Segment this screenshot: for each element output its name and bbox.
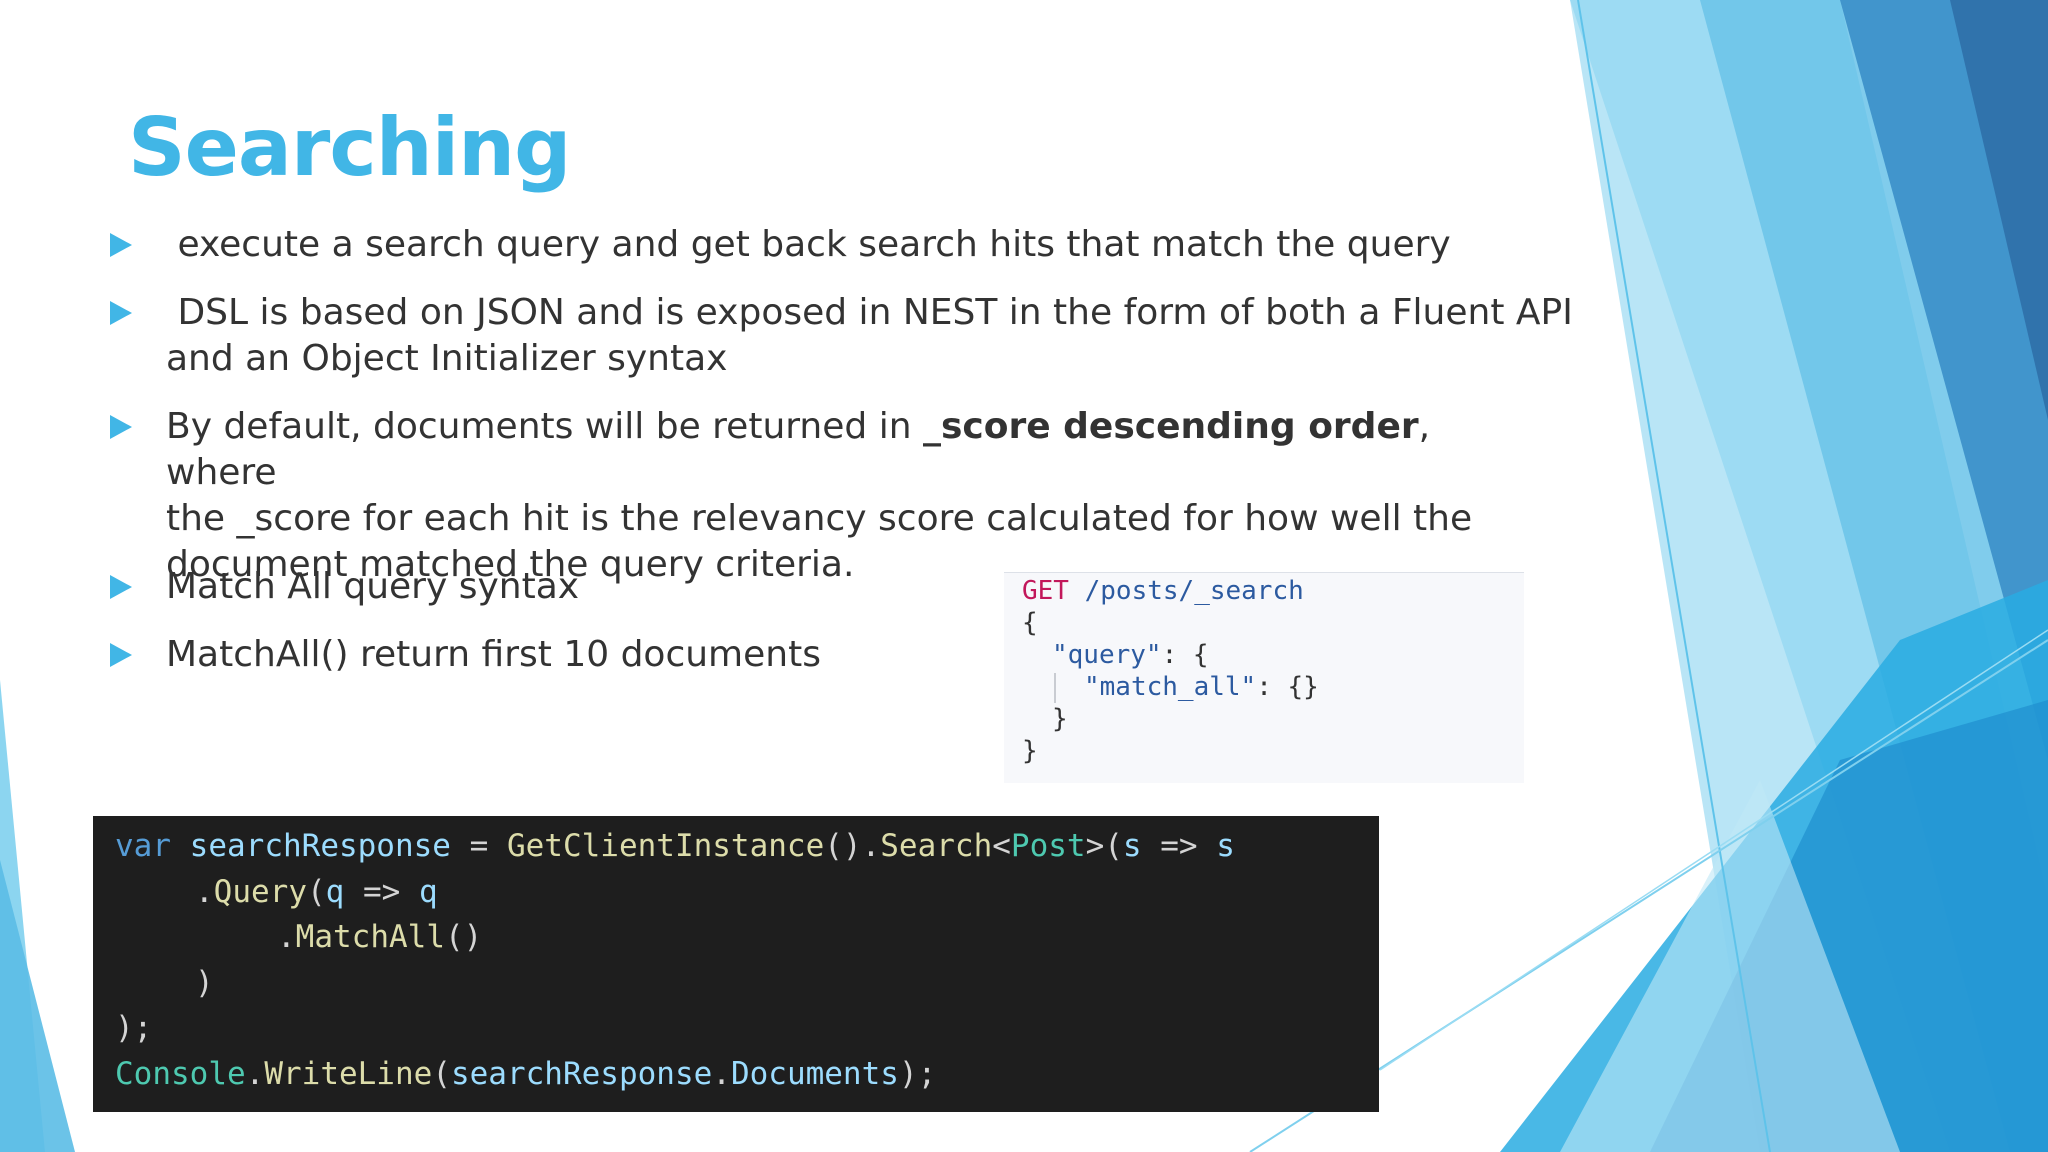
code-line: var searchResponse = GetClientInstance()… [115,828,1235,864]
bullet-item: By default, documents will be returned i… [110,404,1510,588]
code-line: .Query(q => q [195,873,438,910]
code-line: ) [195,964,214,1001]
json-line: { [1022,608,1038,638]
json-line: } [1052,704,1068,734]
bullet-arrow-icon [110,643,132,667]
bullet-arrow-icon [110,233,132,257]
bullet-text: By default, documents will be returned i… [166,406,1473,585]
csharp-code-example: var searchResponse = GetClientInstance()… [93,816,1379,1112]
json-line: "match_all": {} [1084,672,1319,702]
code-line: ); [115,1010,153,1047]
bullet-text: execute a search query and get back sear… [166,224,1451,265]
json-query-example: GET /posts/_search { "query": { "match_a… [1004,572,1524,783]
bullet-item: DSL is based on JSON and is exposed in N… [110,290,1573,382]
bullet-item: execute a search query and get back sear… [110,222,1510,268]
bullet-text: DSL is based on JSON and is exposed in N… [166,292,1573,379]
indent-guide [1054,673,1056,703]
json-line: "query": { [1052,640,1209,670]
json-line: } [1022,736,1038,766]
bold-phrase: _score descending order [922,406,1419,447]
slide-title: Searching [128,101,571,194]
code-line: Console.WriteLine(searchResponse.Documen… [115,1056,937,1092]
json-line: GET /posts/_search [1022,576,1304,606]
code-line: .MatchAll() [277,919,483,956]
bullet-arrow-icon [110,415,132,439]
bullet-arrow-icon [110,575,132,599]
bullet-arrow-icon [110,301,132,325]
